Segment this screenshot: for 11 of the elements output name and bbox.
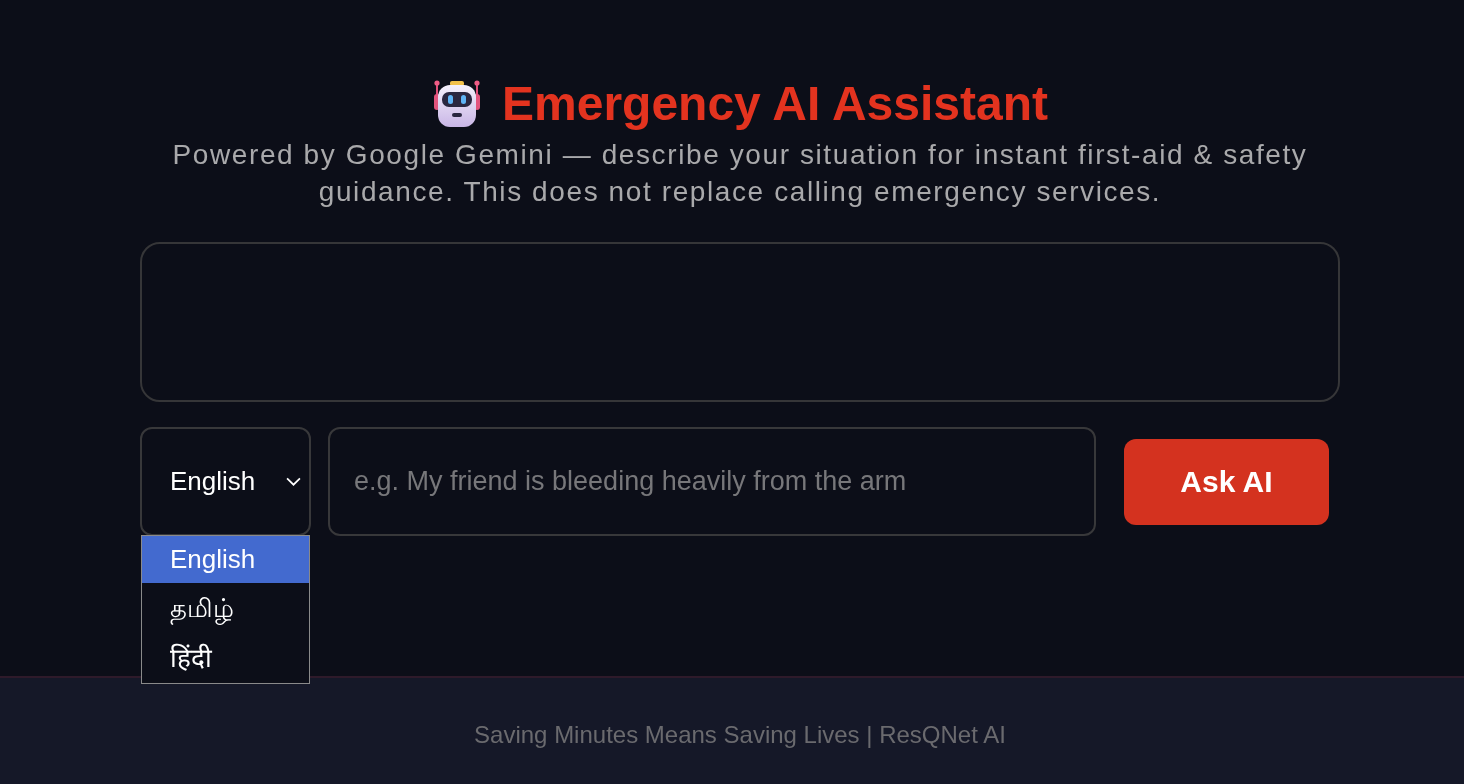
ask-button[interactable]: Ask AI: [1124, 438, 1329, 525]
language-option[interactable]: English: [142, 536, 309, 583]
language-select[interactable]: English: [140, 427, 311, 536]
language-option[interactable]: தமிழ்: [142, 583, 309, 633]
chevron-down-icon: [286, 477, 301, 486]
page-title: Emergency AI Assistant: [502, 76, 1048, 132]
footer-tagline: Saving Minutes Means Saving Lives | ResQNet AI: [474, 721, 1006, 749]
robot-icon: [432, 79, 482, 129]
language-option[interactable]: हिंदी: [142, 633, 309, 683]
query-input[interactable]: e.g. My friend is bleeding heavily from the arm: [328, 427, 1096, 536]
page-subtitle: Powered by Google Gemini — describe your situation for instant first-aid & safety guidance. This does not replace calling emergency services.: [171, 138, 1309, 209]
